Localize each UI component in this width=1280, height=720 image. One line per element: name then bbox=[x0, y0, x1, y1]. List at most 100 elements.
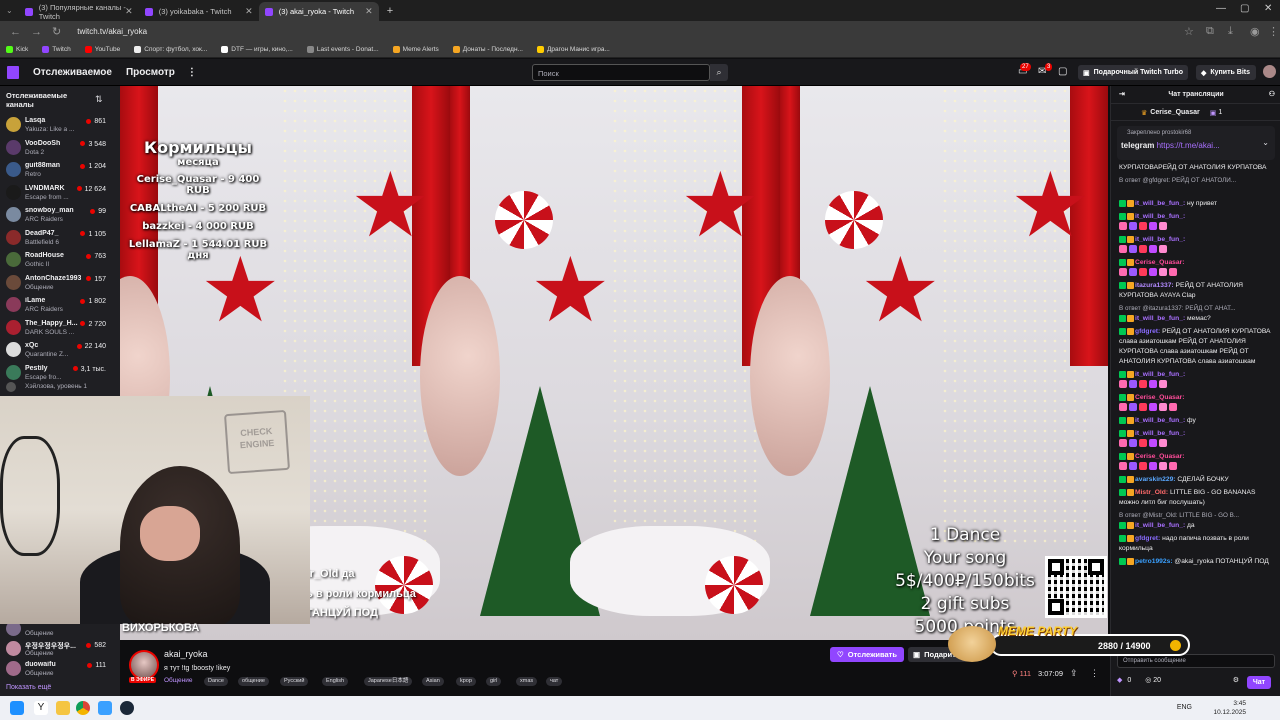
chat-username[interactable]: it_will_be_fun_: bbox=[1135, 236, 1185, 243]
bookmark-donat[interactable]: Last events - Donat... bbox=[306, 46, 379, 53]
collapse-sidebar-icon[interactable]: ⇅ bbox=[95, 94, 103, 105]
share-icon[interactable]: ⇪ bbox=[1070, 668, 1078, 679]
yandex-icon[interactable]: Y bbox=[34, 701, 48, 715]
chat-username[interactable]: it_will_be_fun_: bbox=[1135, 522, 1185, 529]
chat-username[interactable]: it_will_be_fun_: bbox=[1135, 371, 1185, 378]
bits-icon[interactable]: ◆ bbox=[1117, 677, 1122, 684]
sidebar-channel[interactable]: DeadP47_ Battlefield 6 1 105 bbox=[0, 227, 116, 249]
stream-tag[interactable]: xmas bbox=[516, 677, 538, 686]
chat-username[interactable]: avarskin229: bbox=[1135, 476, 1176, 483]
close-icon[interactable]: ✕ bbox=[125, 6, 133, 17]
sidebar-channel[interactable]: Хэйлзова, уровень 1 bbox=[0, 382, 116, 396]
chat-username[interactable]: gfdgret: bbox=[1135, 535, 1160, 542]
stream-tag[interactable]: girl bbox=[486, 677, 502, 686]
sidebar-channel[interactable]: duowaifu Общение 111 bbox=[0, 658, 116, 680]
back-icon[interactable]: ← bbox=[10, 26, 21, 38]
user-avatar[interactable] bbox=[1263, 65, 1276, 78]
stream-category[interactable]: Общение bbox=[164, 677, 193, 684]
bookmark-youtube[interactable]: YouTube bbox=[84, 46, 120, 53]
url-input[interactable]: twitch.tv/akai_ryoka bbox=[77, 27, 147, 36]
chat-username[interactable]: petro1992s: bbox=[1135, 558, 1173, 565]
explorer-icon[interactable] bbox=[56, 701, 70, 715]
stream-tag[interactable]: Русский bbox=[280, 677, 309, 686]
steam-icon[interactable] bbox=[120, 701, 134, 715]
bookmark-meme-alerts[interactable]: Meme Alerts bbox=[392, 46, 439, 53]
search-input[interactable]: Поиск bbox=[532, 64, 710, 81]
users-icon[interactable]: ⚇ bbox=[1269, 86, 1275, 104]
nav-following[interactable]: Отслеживаемое bbox=[33, 67, 112, 78]
sidebar-channel[interactable]: 우정우정우정우... Общение 582 bbox=[0, 638, 116, 660]
browser-tab-3[interactable]: (3) akai_ryoka - Twitch ✕ bbox=[258, 2, 379, 21]
chat-send-button[interactable]: Чат bbox=[1247, 676, 1271, 689]
browser-menu-icon[interactable]: ⋮ bbox=[1268, 25, 1279, 38]
chat-username[interactable]: it_will_be_fun_: bbox=[1135, 213, 1185, 220]
forward-icon[interactable]: → bbox=[31, 26, 42, 38]
twitch-logo-icon[interactable] bbox=[7, 65, 19, 79]
chat-username[interactable]: it_will_be_fun_: bbox=[1135, 430, 1185, 437]
bookmark-donaty[interactable]: Донаты - Последн... bbox=[452, 46, 523, 53]
chat-username[interactable]: Cerise_Quasar: bbox=[1135, 259, 1184, 266]
sidebar-channel[interactable]: guit88man Retro 1 204 bbox=[0, 159, 116, 181]
streamer-name[interactable]: akai_ryoka bbox=[164, 649, 208, 659]
close-icon[interactable]: ✕ bbox=[245, 6, 253, 17]
chat-username[interactable]: it_will_be_fun_: bbox=[1135, 315, 1185, 322]
gift-turbo-button[interactable]: ▣ Подарочный Twitch Turbo bbox=[1078, 65, 1188, 80]
bookmark-sport[interactable]: Спорт: футбол, хок... bbox=[134, 46, 207, 53]
search-icon[interactable]: ⌕ bbox=[710, 64, 728, 81]
bookmark-dtf[interactable]: DTF — игры, кино,... bbox=[221, 46, 293, 53]
stream-tag[interactable]: Japanese日本語 bbox=[364, 677, 413, 686]
bookmark-star-icon[interactable]: ☆ bbox=[1184, 25, 1194, 38]
windows-start-icon[interactable] bbox=[10, 701, 24, 715]
chat-username[interactable]: Cerise_Quasar: bbox=[1135, 453, 1184, 460]
chat-username[interactable]: it_will_be_fun_: bbox=[1135, 200, 1185, 207]
chat-username[interactable]: Cerise_Quasar: bbox=[1135, 394, 1184, 401]
maximize-icon[interactable]: ▢ bbox=[1240, 3, 1249, 14]
sidebar-channel[interactable]: snowboy_man ARC Raiders 99 bbox=[0, 204, 116, 226]
sidebar-channel[interactable]: LVNDMARK Escape from ... 12 624 bbox=[0, 182, 116, 204]
window-close-icon[interactable]: ✕ bbox=[1264, 3, 1272, 14]
streamer-avatar[interactable] bbox=[129, 650, 159, 680]
sidebar-channel[interactable]: The_Happy_H... DARK SOULS ... 2 720 bbox=[0, 317, 116, 339]
chrome-icon[interactable] bbox=[76, 701, 90, 715]
chevron-down-icon[interactable]: ⌄ bbox=[1262, 138, 1269, 147]
telegram-link[interactable]: https://t.me/akai... bbox=[1157, 141, 1220, 150]
more-icon[interactable]: ⋮ bbox=[187, 67, 197, 78]
new-tab-icon[interactable]: + bbox=[387, 5, 393, 17]
more-options-icon[interactable]: ⋮ bbox=[1090, 668, 1099, 679]
language-indicator[interactable]: ENG bbox=[1177, 704, 1192, 711]
points-icon[interactable]: ◎ bbox=[1145, 677, 1151, 684]
profile-icon[interactable]: ◉ bbox=[1250, 25, 1260, 38]
bookmark-dragon[interactable]: Драгон Манис игра... bbox=[536, 46, 610, 53]
sidebar-channel[interactable]: xQc Quarantine Z... 22 140 bbox=[0, 339, 116, 361]
sidebar-channel[interactable]: AntonChaze1993 Общение 157 bbox=[0, 272, 116, 294]
nav-browse[interactable]: Просмотр bbox=[126, 67, 175, 78]
collapse-chat-icon[interactable]: ⇥ bbox=[1119, 86, 1125, 104]
sidebar-channel[interactable]: RoadHouse Gothic II 763 bbox=[0, 249, 116, 271]
close-icon[interactable]: ✕ bbox=[365, 6, 373, 17]
follow-button[interactable]: ♡ Отслеживать bbox=[830, 647, 904, 662]
bookmark-kick[interactable]: Kick bbox=[6, 46, 28, 53]
stream-tag[interactable]: Dance bbox=[204, 677, 228, 686]
buy-bits-button[interactable]: ◆ Купить Bits bbox=[1196, 65, 1256, 80]
sidebar-channel[interactable]: iLame ARC Raiders 1 802 bbox=[0, 294, 116, 316]
chat-username[interactable]: it_will_be_fun_: bbox=[1135, 417, 1185, 424]
stream-tag[interactable]: kpop bbox=[456, 677, 476, 686]
stream-tag[interactable]: Asian bbox=[422, 677, 444, 686]
chat-username[interactable]: Mistr_Old: bbox=[1135, 489, 1168, 496]
bookmark-twitch[interactable]: Twitch bbox=[42, 46, 71, 53]
browser-tab-1[interactable]: (3) Популярные каналы - Twitch ✕ bbox=[19, 2, 139, 21]
whispers-icon[interactable]: ▢ bbox=[1058, 66, 1067, 77]
sidebar-channel[interactable]: Pestily Escape fro... 3,1 тыс. bbox=[0, 362, 116, 384]
settings-gear-icon[interactable]: ⚙ bbox=[1233, 676, 1239, 684]
stream-tag[interactable]: English bbox=[322, 677, 349, 686]
pinned-message[interactable]: Закреплено prostokir68 telegram https://… bbox=[1117, 126, 1275, 160]
browser-tab-2[interactable]: (3) yoikabaka - Twitch ✕ bbox=[139, 2, 259, 21]
stream-tag[interactable]: общение bbox=[238, 677, 269, 686]
chat-username[interactable]: gfdgret: bbox=[1135, 328, 1160, 335]
chat-username[interactable]: itazura1337: bbox=[1135, 282, 1174, 289]
reload-icon[interactable]: ↻ bbox=[52, 25, 61, 38]
sidebar-channel[interactable]: VooDooSh Dota 2 3 548 bbox=[0, 137, 116, 159]
taskbar-clock[interactable]: 3:45 10.12.2025 bbox=[1213, 699, 1246, 717]
app-icon[interactable] bbox=[98, 701, 112, 715]
extensions-icon[interactable]: ⧉ bbox=[1206, 25, 1214, 38]
